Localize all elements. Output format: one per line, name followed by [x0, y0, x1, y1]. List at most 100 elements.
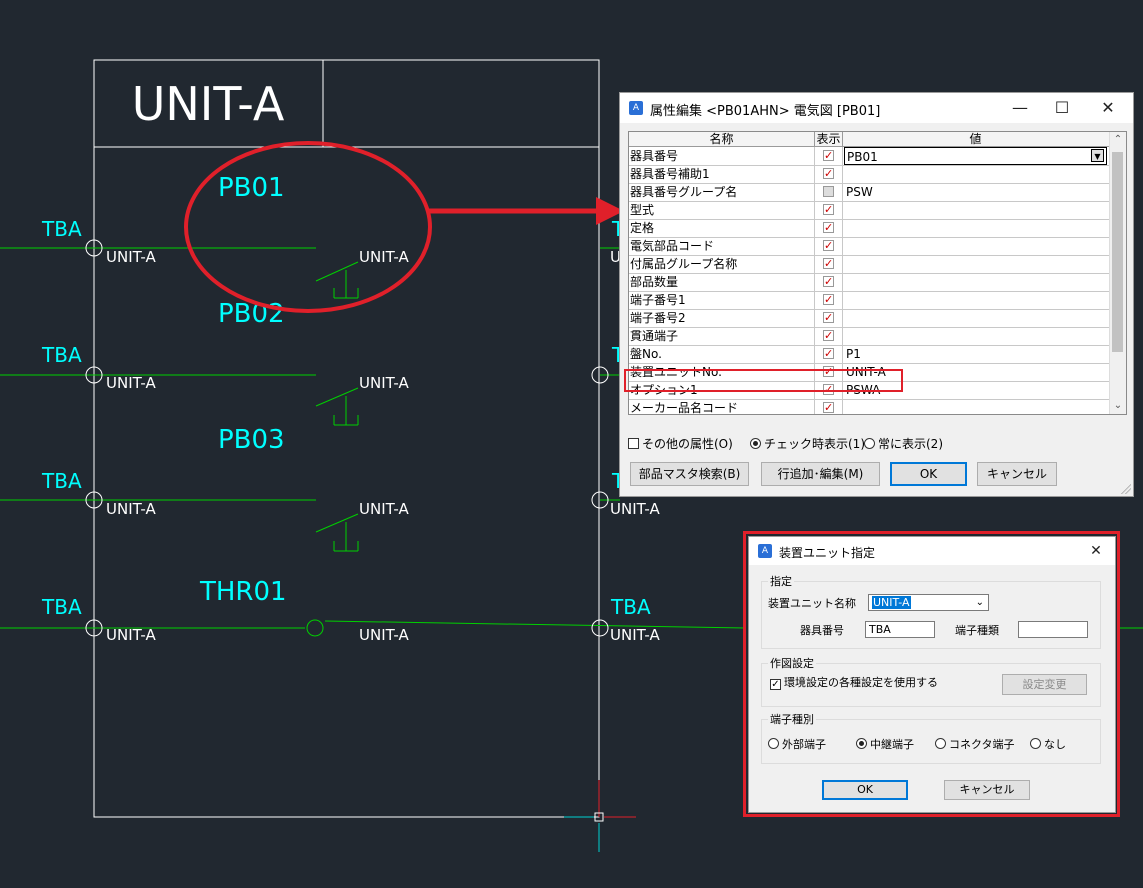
dialog-titlebar[interactable]: A 装置ユニット指定 ✕ [749, 537, 1115, 565]
radio-button[interactable] [1030, 738, 1041, 749]
attribute-show-cell[interactable]: ✓ [815, 345, 843, 363]
settings-change-button[interactable]: 設定変更 [1002, 674, 1087, 695]
attribute-value[interactable] [844, 201, 1107, 219]
cancel-button[interactable]: キャンセル [944, 780, 1030, 800]
show-checkbox[interactable]: ✓ [823, 348, 834, 359]
attribute-value[interactable] [844, 399, 1107, 414]
cancel-button[interactable]: キャンセル [977, 462, 1057, 486]
show-checkbox[interactable]: ✓ [823, 384, 834, 395]
radio-external-terminal[interactable]: 外部端子 [768, 737, 826, 753]
attribute-row[interactable]: 貫通端子 ✓ [629, 327, 1109, 346]
attribute-show-cell[interactable]: ✓ [815, 309, 843, 327]
attribute-row[interactable]: 器具番号補助1 ✓ [629, 165, 1109, 184]
attribute-show-cell[interactable]: ✓ [815, 255, 843, 273]
radio-button[interactable] [935, 738, 946, 749]
ok-button[interactable]: OK [822, 780, 908, 800]
row-add-edit-button[interactable]: 行追加･編集(M) [761, 462, 880, 486]
radio-button[interactable] [864, 438, 875, 449]
attribute-value[interactable]: PSW [844, 183, 1107, 201]
radio-checked-show[interactable]: チェック時表示(1) [750, 436, 865, 452]
attribute-value[interactable] [844, 327, 1107, 345]
attribute-show-cell[interactable]: ✓ [815, 273, 843, 291]
show-checkbox[interactable]: ✓ [823, 150, 834, 161]
attribute-value[interactable] [844, 165, 1107, 183]
grid-scrollbar[interactable]: ⌃ ⌄ [1109, 132, 1126, 414]
show-checkbox[interactable]: ✓ [823, 204, 834, 215]
attribute-row[interactable]: 端子番号1 ✓ [629, 291, 1109, 310]
device-no-field[interactable]: TBA [865, 621, 935, 638]
radio-always-show[interactable]: 常に表示(2) [864, 436, 943, 452]
attribute-row[interactable]: 盤No. ✓ P1 [629, 345, 1109, 364]
attribute-value[interactable] [844, 237, 1107, 255]
unit-name-select[interactable]: UNIT-A ⌄ [868, 594, 989, 611]
scroll-up-icon[interactable]: ⌃ [1110, 132, 1126, 148]
show-checkbox[interactable]: ✓ [823, 240, 834, 251]
use-env-settings-checkbox[interactable]: ✓ [770, 679, 781, 690]
attribute-row[interactable]: 器具番号グループ名 ✓ PSW [629, 183, 1109, 202]
attribute-row[interactable]: 端子番号2 ✓ [629, 309, 1109, 328]
show-checkbox[interactable]: ✓ [823, 366, 834, 377]
attribute-grid[interactable]: 名称 表示 値 器具番号✓PB01▼器具番号補助1✓器具番号グループ名✓PSW型… [628, 131, 1127, 415]
attribute-value[interactable]: UNIT-A [844, 363, 1107, 381]
other-attributes-checkbox[interactable] [628, 438, 639, 449]
scroll-thumb[interactable] [1112, 152, 1123, 352]
show-checkbox[interactable]: ✓ [823, 294, 834, 305]
attribute-row[interactable]: オプション1 ✓ PSWA [629, 381, 1109, 400]
radio-connector-terminal[interactable]: コネクタ端子 [935, 737, 1015, 753]
attribute-show-cell[interactable]: ✓ [815, 201, 843, 219]
attribute-value[interactable] [844, 219, 1107, 237]
attribute-show-cell[interactable]: ✓ [815, 147, 843, 165]
attribute-show-cell[interactable]: ✓ [815, 291, 843, 309]
ok-button[interactable]: OK [890, 462, 967, 486]
minimize-icon[interactable]: — [1000, 93, 1040, 123]
attribute-show-cell[interactable]: ✓ [815, 381, 843, 399]
attribute-show-cell[interactable]: ✓ [815, 363, 843, 381]
attribute-row[interactable]: メーカー品名コード ✓ [629, 399, 1109, 414]
maximize-icon[interactable]: ☐ [1042, 93, 1082, 123]
attribute-value[interactable] [844, 291, 1107, 309]
use-env-settings-option[interactable]: ✓ 環境設定の各種設定を使用する [770, 675, 938, 691]
show-checkbox[interactable]: ✓ [823, 222, 834, 233]
attribute-row[interactable]: 定格 ✓ [629, 219, 1109, 238]
attribute-show-cell[interactable]: ✓ [815, 183, 843, 201]
show-checkbox[interactable]: ✓ [823, 168, 834, 179]
attribute-value[interactable] [844, 255, 1107, 273]
show-checkbox[interactable]: ✓ [823, 258, 834, 269]
show-checkbox[interactable]: ✓ [823, 402, 834, 413]
parts-master-search-button[interactable]: 部品マスタ検索(B) [630, 462, 749, 486]
unit-spec-dialog[interactable]: A 装置ユニット指定 ✕ 指定 装置ユニット名称 UNIT-A ⌄ 器具番号 T… [748, 536, 1116, 813]
radio-button[interactable] [768, 738, 779, 749]
attribute-row[interactable]: 付属品グループ名称 ✓ [629, 255, 1109, 274]
show-checkbox[interactable]: ✓ [823, 312, 834, 323]
show-checkbox[interactable]: ✓ [823, 330, 834, 341]
value-dropdown-icon[interactable]: ▼ [1091, 149, 1104, 162]
scroll-down-icon[interactable]: ⌄ [1110, 398, 1126, 414]
show-checkbox[interactable]: ✓ [823, 186, 834, 197]
dialog-titlebar[interactable]: A 属性編集 <PB01AHN> 電気図 [PB01] — ☐ ✕ [620, 93, 1133, 123]
attribute-row[interactable]: 装置ユニットNo. ✓ UNIT-A [629, 363, 1109, 382]
option-other-attributes[interactable]: その他の属性(O) [628, 436, 733, 452]
show-checkbox[interactable]: ✓ [823, 276, 834, 287]
close-icon[interactable]: ✕ [1088, 93, 1128, 123]
attribute-value[interactable]: PB01 [844, 147, 1107, 165]
attribute-value[interactable]: P1 [844, 345, 1107, 363]
radio-button[interactable] [750, 438, 761, 449]
chevron-down-icon[interactable]: ⌄ [976, 595, 984, 610]
attribute-value[interactable] [844, 273, 1107, 291]
terminal-type-field[interactable] [1018, 621, 1088, 638]
attribute-edit-dialog[interactable]: A 属性編集 <PB01AHN> 電気図 [PB01] — ☐ ✕ 名称 表示 … [619, 92, 1134, 497]
attribute-row[interactable]: 電気部品コード ✓ [629, 237, 1109, 256]
attribute-show-cell[interactable]: ✓ [815, 327, 843, 345]
attribute-show-cell[interactable]: ✓ [815, 165, 843, 183]
attribute-show-cell[interactable]: ✓ [815, 237, 843, 255]
attribute-value[interactable]: PSWA [844, 381, 1107, 399]
attribute-row[interactable]: 部品数量 ✓ [629, 273, 1109, 292]
radio-none[interactable]: なし [1030, 737, 1066, 753]
attribute-show-cell[interactable]: ✓ [815, 399, 843, 414]
close-icon[interactable]: ✕ [1081, 537, 1111, 565]
radio-relay-terminal[interactable]: 中継端子 [856, 737, 914, 753]
radio-button[interactable] [856, 738, 867, 749]
attribute-row[interactable]: 型式 ✓ [629, 201, 1109, 220]
attribute-show-cell[interactable]: ✓ [815, 219, 843, 237]
attribute-row[interactable]: 器具番号 ✓ PB01 ▼ [629, 147, 1109, 166]
